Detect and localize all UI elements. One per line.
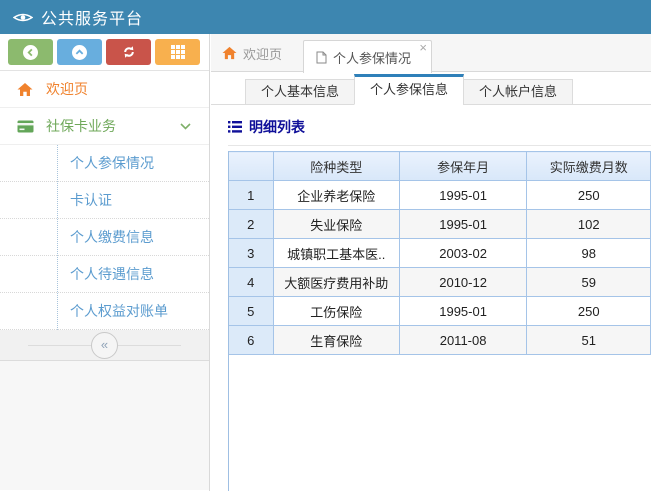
sidebar-item-welcome[interactable]: 欢迎页	[0, 71, 209, 108]
eye-icon	[13, 11, 33, 24]
cell-insurance-type: 生育保险	[273, 326, 399, 355]
detail-list-header: 明细列表	[228, 117, 651, 137]
grid-button[interactable]	[155, 39, 200, 65]
col-header-index	[229, 152, 273, 181]
cell-insurance-type: 失业保险	[273, 210, 399, 239]
file-icon	[316, 51, 327, 64]
tab-bar: 欢迎页 个人参保情况 ×	[211, 34, 651, 72]
card-icon	[17, 120, 34, 133]
cell-row-number: 1	[229, 181, 273, 210]
col-header-type: 险种类型	[273, 152, 399, 181]
sidebar-footer-area	[0, 361, 209, 490]
sub-item-label: 个人参保情况	[70, 153, 154, 173]
app-header: 公共服务平台	[0, 0, 651, 34]
col-header-month: 参保年月	[399, 152, 526, 181]
table-row[interactable]: 3 城镇职工基本医.. 2003-02 98 电	[229, 239, 651, 268]
chevron-up-circle-icon	[72, 45, 87, 60]
sidebar-group-label: 社保卡业务	[46, 116, 116, 136]
table-header-row: 险种类型 参保年月 实际缴费月数	[229, 152, 651, 181]
sidebar-submenu: 个人参保情况 卡认证 个人缴费信息 个人待遇信息 个人权益对账单	[0, 145, 209, 330]
sidebar-toolbar	[0, 34, 209, 71]
chevron-left-circle-icon	[23, 45, 38, 60]
cell-insurance-type: 大额医疗费用补助	[273, 268, 399, 297]
datagrid-panel: 险种类型 参保年月 实际缴费月数 1 企业养老保险 1995-01 250 电	[228, 151, 651, 491]
close-icon[interactable]: ×	[419, 41, 427, 55]
table-row[interactable]: 1 企业养老保险 1995-01 250 电	[229, 181, 651, 210]
sidebar-item-canbao[interactable]: 个人参保情况	[0, 145, 209, 182]
tab-account-info[interactable]: 个人帐户信息	[463, 79, 573, 105]
cell-paid-months: 98	[527, 239, 651, 268]
sub-item-label: 卡认证	[70, 190, 112, 210]
cell-enroll-month: 1995-01	[399, 210, 526, 239]
cell-enroll-month: 2010-12	[399, 268, 526, 297]
up-button[interactable]	[57, 39, 102, 65]
cell-row-number: 3	[229, 239, 273, 268]
cell-row-number: 5	[229, 297, 273, 326]
cell-row-number: 6	[229, 326, 273, 355]
tab-label: 个人参保情况	[333, 48, 411, 67]
main-area: 欢迎页 个人参保情况 × 个人基本信息 个人参保信息 个人帐户信息	[211, 34, 651, 491]
table-row[interactable]: 5 工伤保险 1995-01 250 电	[229, 297, 651, 326]
insurance-table: 险种类型 参保年月 实际缴费月数 1 企业养老保险 1995-01 250 电	[229, 151, 651, 355]
cell-row-number: 2	[229, 210, 273, 239]
sidebar-item-daiyu[interactable]: 个人待遇信息	[0, 256, 209, 293]
cell-paid-months: 59	[527, 268, 651, 297]
collapse-sidebar-button[interactable]: «	[91, 332, 118, 359]
sidebar-item-jiaofei[interactable]: 个人缴费信息	[0, 219, 209, 256]
sidebar-item-label: 欢迎页	[46, 79, 88, 99]
subtab-bar: 个人基本信息 个人参保信息 个人帐户信息	[211, 74, 651, 105]
refresh-button[interactable]	[106, 39, 151, 65]
sidebar-item-karenzheng[interactable]: 卡认证	[0, 182, 209, 219]
home-icon	[222, 46, 237, 60]
subtab-label: 个人参保信息	[370, 82, 448, 97]
cell-row-number: 4	[229, 268, 273, 297]
grid-icon	[171, 45, 185, 59]
app-title: 公共服务平台	[41, 5, 143, 29]
list-icon	[228, 121, 242, 133]
tab-canbao-info[interactable]: 个人参保信息	[354, 74, 464, 105]
cell-enroll-month: 1995-01	[399, 297, 526, 326]
back-button[interactable]	[8, 39, 53, 65]
table-row[interactable]: 2 失业保险 1995-01 102	[229, 210, 651, 239]
tab-welcome[interactable]: 欢迎页	[222, 34, 282, 72]
subtab-label: 个人帐户信息	[479, 84, 557, 99]
sidebar-collapse-bar: «	[0, 330, 209, 361]
sidebar-group-shebaoka[interactable]: 社保卡业务	[0, 108, 209, 145]
sidebar: 欢迎页 社保卡业务 个人参保情况 卡认证 个人缴费信息 个人待遇信息	[0, 34, 210, 491]
sub-item-label: 个人待遇信息	[70, 264, 154, 284]
cell-enroll-month: 2003-02	[399, 239, 526, 268]
cell-insurance-type: 城镇职工基本医..	[273, 239, 399, 268]
refresh-icon	[122, 45, 136, 59]
subtab-label: 个人基本信息	[261, 84, 339, 99]
section-title-text: 明细列表	[249, 117, 305, 137]
cell-paid-months: 102	[527, 210, 651, 239]
home-icon	[17, 82, 34, 97]
cell-enroll-month: 2011-08	[399, 326, 526, 355]
cell-insurance-type: 工伤保险	[273, 297, 399, 326]
tab-label: 欢迎页	[243, 44, 282, 63]
cell-paid-months: 250	[527, 181, 651, 210]
sub-item-label: 个人缴费信息	[70, 227, 154, 247]
chevron-down-icon	[180, 123, 191, 130]
cell-insurance-type: 企业养老保险	[273, 181, 399, 210]
sub-item-label: 个人权益对账单	[70, 301, 168, 321]
tab-basic-info[interactable]: 个人基本信息	[245, 79, 355, 105]
app-window: 公共服务平台	[0, 0, 651, 491]
col-header-count: 实际缴费月数	[527, 152, 651, 181]
cell-enroll-month: 1995-01	[399, 181, 526, 210]
tab-canbao-active[interactable]: 个人参保情况 ×	[303, 40, 432, 73]
sidebar-item-quanyi[interactable]: 个人权益对账单	[0, 293, 209, 330]
cell-paid-months: 51	[527, 326, 651, 355]
table-row[interactable]: 6 生育保险 2011-08 51 电	[229, 326, 651, 355]
cell-paid-months: 250	[527, 297, 651, 326]
section-separator	[228, 145, 651, 146]
table-row[interactable]: 4 大额医疗费用补助 2010-12 59 电	[229, 268, 651, 297]
